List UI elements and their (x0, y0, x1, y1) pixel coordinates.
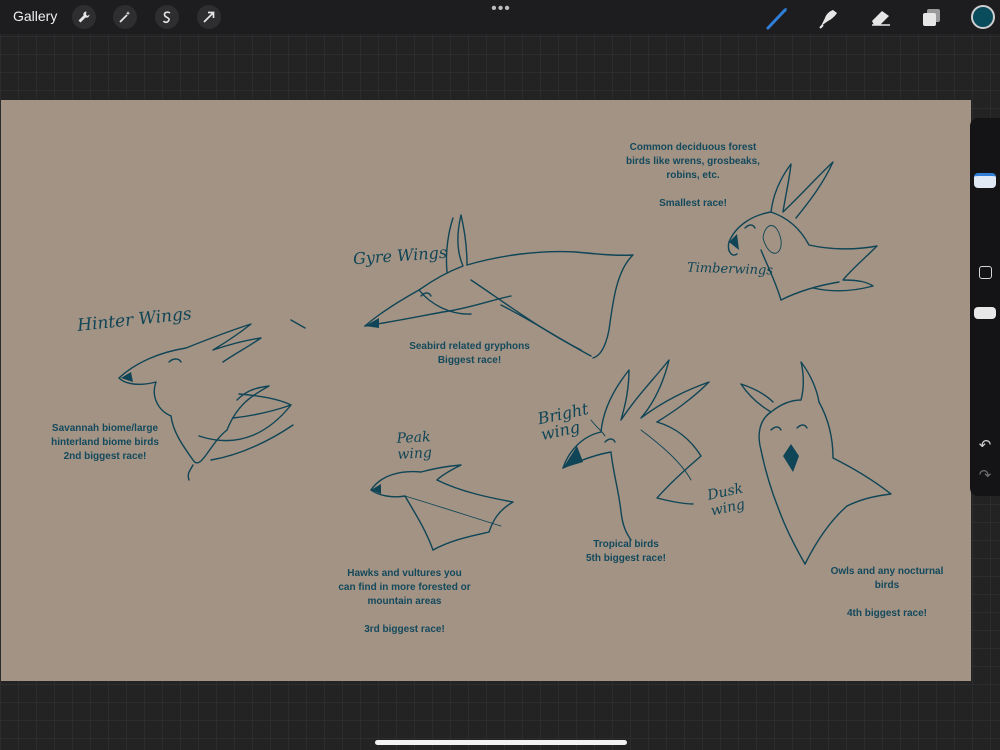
note-tropical: Tropical birds 5th biggest race! (585, 539, 667, 564)
label-peak-wing: Peak wing (396, 429, 433, 463)
brush-icon[interactable] (765, 5, 791, 31)
more-options-icon[interactable]: ••• (489, 1, 513, 17)
note-forest: Common deciduous forest birds like wrens… (626, 142, 760, 209)
peak-wing-sketch (370, 464, 514, 551)
label-timberwings: Timberwings (686, 260, 774, 279)
note-savannah: Savannah biome/large hinterland biome bi… (51, 423, 159, 462)
wrench-icon[interactable] (72, 5, 96, 29)
redo-icon[interactable]: ↷ (977, 468, 993, 484)
bright-wing-sketch (562, 359, 710, 541)
dusk-wing-sketch (740, 361, 892, 565)
home-indicator (375, 740, 627, 745)
layers-icon[interactable] (919, 5, 945, 31)
brush-opacity-slider[interactable] (974, 307, 996, 320)
brush-sidebar: ↶ ↷ (970, 118, 1000, 496)
timber-beak-mark (729, 234, 739, 250)
dusk-beak-mark (783, 444, 799, 472)
brush-size-slider[interactable] (974, 173, 996, 189)
drawing-canvas[interactable]: Hinter Wings Gyre Wings Timberwings Peak… (1, 100, 971, 681)
eraser-icon[interactable] (868, 5, 894, 31)
smudge-icon[interactable] (816, 5, 842, 31)
selection-s-icon[interactable] (155, 5, 179, 29)
gyre-wing-sketch (364, 214, 634, 359)
modify-button[interactable] (979, 266, 992, 279)
top-toolbar: Gallery ••• (0, 0, 1000, 34)
magic-wand-icon[interactable] (113, 5, 137, 29)
transform-arrow-icon[interactable] (197, 5, 221, 29)
note-hawks: Hawks and vultures you can find in more … (338, 568, 471, 635)
color-swatch-button[interactable] (971, 5, 995, 29)
note-seabird: Seabird related gryphons Biggest race! (409, 341, 530, 366)
undo-icon[interactable]: ↶ (977, 438, 993, 454)
gallery-button[interactable]: Gallery (13, 8, 57, 24)
note-owls: Owls and any nocturnal birds 4th biggest… (830, 566, 944, 619)
